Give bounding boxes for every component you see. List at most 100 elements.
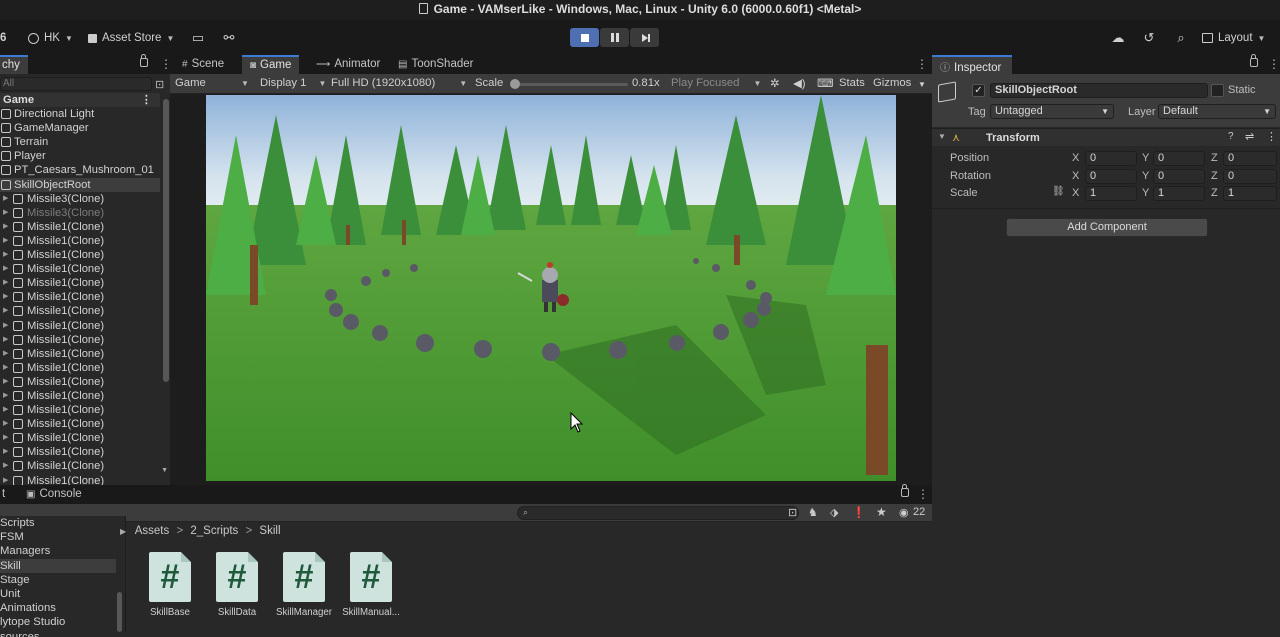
folder-item[interactable]: lytope Studio: [0, 615, 125, 629]
object-name-input[interactable]: SkillObjectRoot: [990, 83, 1208, 98]
hierarchy-item[interactable]: GameManager: [0, 121, 160, 135]
lock-icon[interactable]: [901, 484, 909, 497]
hierarchy-item[interactable]: SkillObjectRoot: [0, 177, 160, 192]
search-by-type-icon[interactable]: ⊡: [788, 506, 797, 519]
scrollbar[interactable]: [163, 99, 169, 382]
favorite-star-icon[interactable]: ★: [876, 505, 887, 519]
tab-console[interactable]: ▣ Console: [18, 485, 90, 504]
hierarchy-item[interactable]: ▶ Missile3(Clone): [0, 206, 160, 220]
scale-y-field[interactable]: 1: [1153, 186, 1205, 201]
tab-toonshader[interactable]: ▤ ToonShader: [390, 55, 481, 74]
preset-icon[interactable]: ⇌: [1245, 130, 1254, 143]
static-checkbox[interactable]: [1211, 84, 1224, 97]
more-options-icon[interactable]: ⋮: [1268, 57, 1280, 71]
hierarchy-item[interactable]: ▶ Missile1(Clone): [0, 248, 160, 262]
play-mode-dropdown[interactable]: Play Focused ▼: [671, 77, 761, 89]
scene-root[interactable]: Game ⋮: [0, 93, 160, 108]
more-options-icon[interactable]: ⋮: [1266, 130, 1277, 143]
active-checkbox[interactable]: ✓: [972, 84, 985, 97]
scale-z-field[interactable]: 1: [1223, 186, 1277, 201]
asset-item-skillmanual[interactable]: # SkillManual...: [336, 552, 406, 618]
expand-arrow-icon[interactable]: ▶: [3, 431, 8, 445]
expand-arrow-icon[interactable]: ▶: [3, 304, 8, 318]
expand-arrow-icon[interactable]: ▶: [3, 375, 8, 389]
collapse-arrow-icon[interactable]: ▼: [938, 132, 946, 141]
tag-dropdown[interactable]: Untagged ▼: [990, 104, 1114, 119]
hierarchy-item[interactable]: ▶ Missile1(Clone): [0, 389, 160, 403]
hierarchy-item[interactable]: ▶ Missile1(Clone): [0, 459, 160, 473]
asset-item-skillbase[interactable]: # SkillBase: [135, 552, 205, 618]
hierarchy-item[interactable]: ▶ Missile1(Clone): [0, 347, 160, 361]
hierarchy-item[interactable]: Player: [0, 149, 160, 163]
version-control-icon[interactable]: ⚯: [221, 30, 237, 46]
scale-slider[interactable]: [510, 79, 628, 89]
rotation-z-field[interactable]: 0: [1223, 169, 1277, 184]
expand-arrow-icon[interactable]: ▶: [3, 290, 8, 304]
expand-arrow-icon[interactable]: ▶: [3, 361, 8, 375]
expand-arrow-icon[interactable]: ▶: [3, 220, 8, 234]
expand-arrow-icon[interactable]: ▶: [3, 262, 8, 276]
view-mode-dropdown[interactable]: Game ▼: [175, 77, 249, 89]
asset-item-skillmanager[interactable]: # SkillManager: [269, 552, 339, 618]
expand-arrow-icon[interactable]: ▶: [3, 248, 8, 262]
folder-item[interactable]: Unit: [0, 587, 125, 601]
hierarchy-item[interactable]: ▶ Missile1(Clone): [0, 276, 160, 290]
expand-arrow-icon[interactable]: ▶: [3, 234, 8, 248]
step-button[interactable]: [630, 28, 659, 47]
tag-icon[interactable]: ⬗: [830, 506, 838, 519]
package-icon[interactable]: ▭: [190, 30, 206, 46]
breadcrumb-scripts[interactable]: 2_Scripts: [190, 525, 238, 537]
folder-item[interactable]: Scripts: [0, 516, 125, 530]
expand-arrow-icon[interactable]: ▶: [3, 206, 8, 220]
warning-icon[interactable]: ❗: [852, 506, 866, 519]
asset-item-skilldata[interactable]: # SkillData: [202, 552, 272, 618]
constrain-proportions-icon[interactable]: ⛓: [1052, 186, 1065, 197]
cloud-icon[interactable]: ☁: [1110, 30, 1126, 46]
help-icon[interactable]: ?: [1228, 131, 1234, 142]
add-component-button[interactable]: Add Component: [1006, 218, 1208, 237]
expand-arrow-icon[interactable]: ▶: [3, 445, 8, 459]
more-options-icon[interactable]: ⋮: [916, 57, 928, 71]
hierarchy-item[interactable]: ▶ Missile1(Clone): [0, 262, 160, 276]
account-dropdown[interactable]: HK ▼: [28, 29, 73, 47]
history-icon[interactable]: ↺: [1141, 30, 1157, 46]
hierarchy-item[interactable]: ▶ Missile1(Clone): [0, 375, 160, 389]
folder-item[interactable]: Stage: [0, 573, 125, 587]
hierarchy-item[interactable]: ▶ Missile1(Clone): [0, 333, 160, 347]
display-dropdown[interactable]: Display 1 ▼: [260, 77, 326, 89]
scroll-down-icon[interactable]: ▼: [161, 467, 168, 474]
resolution-dropdown[interactable]: Full HD (1920x1080) ▼: [331, 77, 467, 89]
expand-arrow-icon[interactable]: ▶: [3, 389, 8, 403]
breadcrumb-assets[interactable]: Assets: [135, 525, 170, 537]
pause-button[interactable]: [600, 28, 629, 47]
expand-arrow-icon[interactable]: ▶: [3, 333, 8, 347]
more-options-icon[interactable]: ⋮: [141, 93, 152, 107]
game-viewport[interactable]: [206, 95, 896, 481]
tab-inspector[interactable]: ⓘ Inspector: [932, 55, 1012, 74]
audio-icon[interactable]: ◀): [793, 77, 805, 90]
expand-arrow-icon[interactable]: ▶: [3, 459, 8, 473]
search-by-label-icon[interactable]: ♞: [808, 506, 818, 519]
stop-button[interactable]: [570, 28, 599, 47]
stats-button[interactable]: Stats: [839, 77, 865, 89]
expand-arrow-icon[interactable]: ▶: [3, 192, 8, 206]
lock-icon[interactable]: [140, 54, 148, 67]
tab-scene[interactable]: # Scene: [174, 55, 232, 74]
folder-item[interactable]: Managers: [0, 544, 125, 558]
expand-arrow-icon[interactable]: ▶: [3, 347, 8, 361]
hierarchy-item[interactable]: ▶ Missile3(Clone): [0, 192, 160, 206]
lock-icon[interactable]: [1250, 54, 1258, 67]
project-search-input[interactable]: ⌕: [517, 506, 799, 520]
folder-item[interactable]: sources: [0, 630, 125, 637]
scale-slider-knob[interactable]: [510, 79, 520, 89]
hierarchy-item[interactable]: ▶ Missile1(Clone): [0, 417, 160, 431]
rotation-x-field[interactable]: 0: [1085, 169, 1137, 184]
rotation-y-field[interactable]: 0: [1153, 169, 1205, 184]
folder-item[interactable]: Animations: [0, 601, 125, 615]
gizmos-button[interactable]: Gizmos: [873, 77, 911, 89]
position-z-field[interactable]: 0: [1223, 151, 1277, 166]
position-y-field[interactable]: 0: [1153, 151, 1205, 166]
hierarchy-item[interactable]: ▶ Missile1(Clone): [0, 319, 160, 333]
asset-store-dropdown[interactable]: Asset Store ▼: [88, 29, 174, 47]
layout-dropdown[interactable]: Layout ▼: [1202, 29, 1265, 47]
